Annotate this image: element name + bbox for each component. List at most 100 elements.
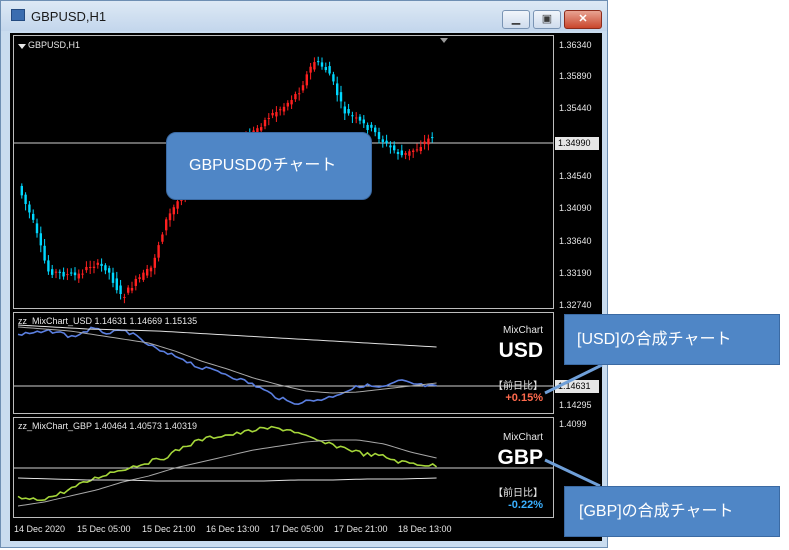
- candle-body: [351, 115, 354, 117]
- time-tick: 15 Dec 05:00: [77, 524, 131, 534]
- candle-body: [427, 138, 430, 145]
- candle-body: [157, 245, 160, 258]
- usd-mixchart-pane[interactable]: zz_MixChart_USD 1.14631 1.14669 1.15135 …: [13, 312, 554, 414]
- candle-body: [73, 272, 77, 276]
- gbp-mixchart-title: MixChart: [502, 432, 543, 443]
- price-axis[interactable]: 1.36340 1.35890 1.35440 1.34540 1.34090 …: [554, 35, 602, 310]
- candle-body: [336, 83, 339, 96]
- candle-body: [119, 285, 122, 295]
- usd-price-tag: 1.14631: [555, 380, 599, 393]
- price-tick: 1.33190: [559, 268, 592, 278]
- candle-body: [290, 100, 293, 105]
- price-tick: 1.33640: [559, 236, 592, 246]
- chart-area[interactable]: GBPUSD,H1 zz_MixChart_USD 1.14631 1.1466…: [10, 33, 602, 541]
- candle-body: [134, 278, 137, 286]
- candle-body: [320, 62, 324, 67]
- usd-change-value: +0.15%: [505, 392, 543, 404]
- candle-body: [400, 150, 403, 156]
- candle-body: [127, 287, 130, 293]
- candle-body: [39, 233, 42, 246]
- candle-body: [20, 185, 23, 196]
- chart-shift-marker-icon[interactable]: [440, 38, 448, 43]
- mixchart-line: [17, 425, 438, 502]
- candle-body: [377, 132, 381, 139]
- gbp-change-value: -0.22%: [508, 499, 543, 511]
- candle-body: [381, 139, 384, 142]
- candle-body: [389, 145, 392, 148]
- chart-menu-icon[interactable]: [18, 44, 26, 49]
- maximize-button[interactable]: ▣: [533, 10, 561, 29]
- moving-average-line: [17, 477, 437, 482]
- candle-body: [263, 120, 267, 127]
- candle-body: [298, 93, 301, 95]
- price-tick: 1.34540: [559, 171, 592, 181]
- candle-body: [81, 273, 84, 275]
- candle-body: [104, 265, 107, 271]
- window-title: GBPUSD,H1: [31, 9, 107, 24]
- candle-body: [70, 272, 73, 274]
- candle-body: [123, 296, 126, 298]
- candle-body: [28, 204, 31, 213]
- minimize-button[interactable]: ▁: [502, 10, 530, 29]
- candle-body: [271, 113, 274, 116]
- candle-body: [43, 245, 46, 261]
- gbp-line-chart: [14, 425, 553, 507]
- candle-body: [393, 145, 396, 151]
- candle-body: [366, 124, 369, 130]
- candle-body: [309, 66, 312, 73]
- candle-body: [423, 141, 426, 145]
- time-tick: 17 Dec 21:00: [334, 524, 388, 534]
- candle-body: [404, 153, 407, 155]
- candle-body: [431, 137, 434, 139]
- gbp-price-tick: 1.4099: [559, 419, 587, 429]
- usd-currency-label: USD: [498, 339, 543, 362]
- candle-body: [62, 271, 65, 277]
- mixchart-line: [17, 326, 437, 405]
- time-axis[interactable]: 14 Dec 2020 15 Dec 05:00 15 Dec 21:00 16…: [13, 521, 554, 539]
- candle-body: [347, 109, 350, 114]
- candle-body: [32, 213, 35, 220]
- time-tick: 16 Dec 13:00: [206, 524, 260, 534]
- time-tick: 17 Dec 05:00: [270, 524, 324, 534]
- candle-body: [172, 207, 175, 215]
- price-tick: 1.35440: [559, 103, 592, 113]
- candle-body: [92, 266, 96, 268]
- candle-body: [85, 266, 88, 271]
- price-tick: 1.36340: [559, 40, 592, 50]
- candle-body: [396, 151, 400, 155]
- usd-line-chart: [14, 324, 553, 405]
- candle-body: [305, 74, 308, 86]
- candle-body: [66, 274, 69, 276]
- time-tick: 18 Dec 13:00: [398, 524, 452, 534]
- candle-body: [339, 92, 343, 102]
- usd-prev-day-label: 【前日比】: [493, 381, 543, 392]
- candle-body: [100, 263, 103, 266]
- candle-body: [385, 140, 388, 144]
- gbp-indicator-label: zz_MixChart_GBP 1.40464 1.40573 1.40319: [18, 421, 197, 431]
- candle-body: [267, 118, 270, 120]
- candle-body: [176, 201, 179, 209]
- candle-body: [317, 61, 320, 63]
- candle-body: [47, 260, 50, 272]
- usd-chart-callout: [USD]の合成チャート: [564, 314, 780, 365]
- candle-body: [96, 262, 99, 265]
- candle-body: [149, 267, 153, 272]
- gbp-prev-day-label: 【前日比】: [493, 488, 543, 499]
- gbp-mixchart-pane[interactable]: zz_MixChart_GBP 1.40464 1.40573 1.40319 …: [13, 417, 554, 518]
- candle-body: [332, 74, 335, 82]
- gbp-chart-callout: [GBP]の合成チャート: [564, 486, 780, 537]
- close-button[interactable]: ✕: [564, 10, 602, 29]
- candle-body: [51, 269, 54, 275]
- moving-average-line: [17, 324, 437, 348]
- candle-body: [153, 257, 156, 268]
- title-bar[interactable]: GBPUSD,H1 ▁ ▣ ✕: [1, 1, 607, 31]
- gbp-currency-label: GBP: [497, 446, 543, 469]
- time-tick: 15 Dec 21:00: [142, 524, 196, 534]
- candle-body: [324, 67, 327, 71]
- candle-body: [419, 147, 422, 152]
- candle-body: [89, 267, 92, 269]
- candle-body: [343, 106, 346, 114]
- candle-body: [275, 112, 278, 117]
- candle-body: [362, 119, 365, 124]
- candle-body: [138, 277, 141, 280]
